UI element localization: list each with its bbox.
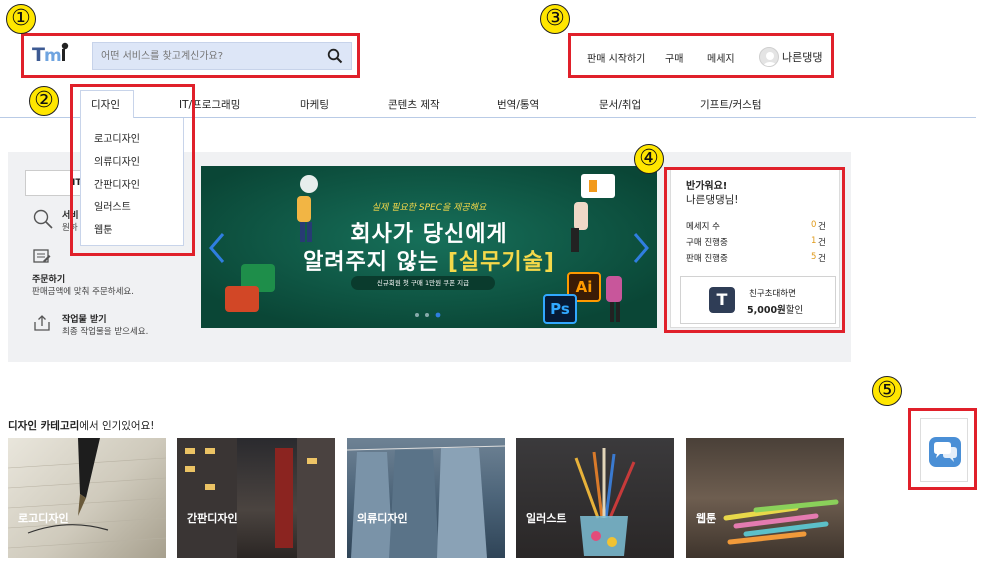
tab-content[interactable]: 콘텐츠 제작 (388, 97, 440, 112)
tile-clothing-design[interactable]: 의류디자인 (347, 438, 505, 558)
magnifier-icon (33, 209, 53, 229)
tile-label: 의류디자인 (357, 512, 408, 525)
callout-1: ① (6, 4, 36, 34)
photoshop-icon: Ps (543, 294, 577, 324)
upload-icon (34, 315, 50, 331)
tile-logo-design[interactable]: 로고디자인 (8, 438, 166, 558)
tile-label: 간판디자인 (187, 512, 238, 525)
tile-label: 일러스트 (526, 512, 567, 525)
tile-label: 로고디자인 (18, 512, 69, 525)
step-receive-title: 작업물 받기 (62, 315, 107, 325)
callout-4: ④ (634, 144, 664, 174)
callout-5: ⑤ (872, 376, 902, 406)
annotation-box-5 (908, 408, 977, 490)
tab-gift-custom[interactable]: 기프트/커스텀 (700, 97, 762, 112)
tile-webtoon[interactable]: 웹툰 (686, 438, 844, 558)
annotation-box-4 (664, 167, 845, 333)
tile-sign-design[interactable]: 간판디자인 (177, 438, 335, 558)
step-order-desc: 판매금액에 맞춰 주문하세요. (32, 287, 134, 297)
tile-label: 웹툰 (696, 512, 717, 525)
tab-translation[interactable]: 번역/통역 (497, 97, 539, 112)
step-receive-desc: 최종 작업물을 받으세요. (62, 327, 149, 337)
annotation-box-3 (568, 33, 834, 78)
tab-marketing[interactable]: 마케팅 (300, 97, 329, 112)
step-order-title: 주문하기 (32, 275, 66, 285)
tile-illustration[interactable]: 일러스트 (516, 438, 674, 558)
banner-pill: 신규회원 첫 구매 1만원 쿠폰 지급 (351, 276, 495, 290)
annotation-box-1 (21, 33, 360, 78)
tab-documents[interactable]: 문서/취업 (599, 97, 641, 112)
annotation-box-2 (70, 84, 195, 256)
callout-2: ② (29, 86, 59, 116)
callout-3: ③ (540, 4, 570, 34)
banner-script-text: 실제 필요한 SPEC을 제공해요 (371, 203, 487, 213)
section-title: 디자인 카테고리에서 인기있어요! (8, 420, 155, 432)
order-form-icon (33, 249, 51, 263)
banner-headline-2: 알려주지 않는 [실무기술] (303, 250, 555, 275)
promo-banner[interactable]: Ai Ps 실제 필요한 SPEC을 제공해요 회사가 당신에게 알려주지 않는… (201, 166, 657, 328)
